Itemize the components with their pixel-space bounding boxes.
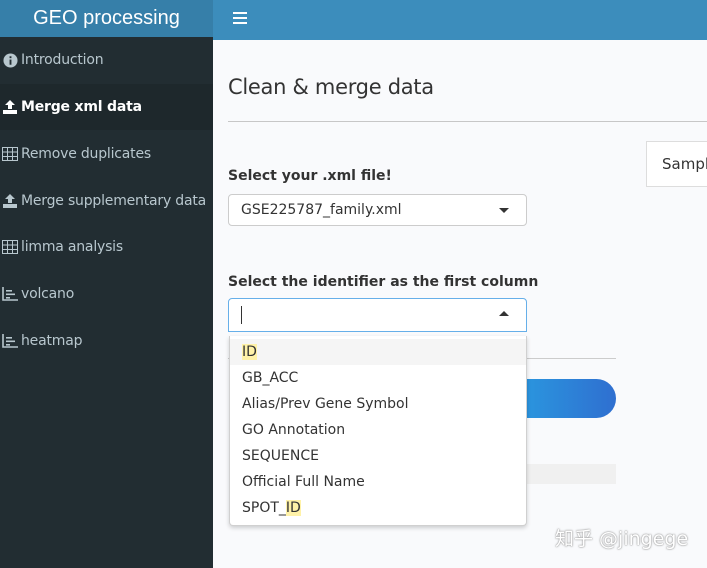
sidebar-item-label: volcano <box>21 286 75 302</box>
app-logo[interactable]: GEO processing <box>0 0 213 37</box>
xml-file-label: Select your .xml file! <box>228 168 392 184</box>
dropdown-option-sequence[interactable]: SEQUENCE <box>230 443 526 469</box>
sidebar-item-label: Remove duplicates <box>21 146 151 162</box>
hamburger-icon <box>233 17 247 19</box>
sidebar-item-heatmap[interactable]: heatmap <box>0 318 213 364</box>
main-content: Clean & merge data Sample Select your .x… <box>213 40 707 568</box>
chevron-down-icon <box>499 208 509 213</box>
dropdown-option-id[interactable]: ID <box>230 339 526 365</box>
xml-file-select[interactable]: GSE225787_family.xml <box>228 194 527 226</box>
sidebar-item-limma-analysis[interactable]: limma analysis <box>0 224 213 270</box>
sidebar-item-remove-duplicates[interactable]: Remove duplicates <box>0 131 213 177</box>
sidebar: Introduction Merge xml data Remove dupli… <box>0 37 213 568</box>
merge-button[interactable] <box>513 379 616 418</box>
sidebar-item-label: limma analysis <box>21 239 123 255</box>
page-title: Clean & merge data <box>228 75 434 99</box>
table-icon <box>2 146 18 162</box>
upload-icon <box>2 193 18 209</box>
sidebar-item-introduction[interactable]: Introduction <box>0 37 213 83</box>
title-divider <box>228 121 707 122</box>
identifier-select[interactable] <box>228 298 527 332</box>
sidebar-item-label: Merge xml data <box>21 99 142 115</box>
chevron-up-icon <box>499 311 509 316</box>
sidebar-toggle-button[interactable] <box>228 6 252 30</box>
dropdown-option-alias[interactable]: Alias/Prev Gene Symbol <box>230 391 526 417</box>
top-navbar <box>213 0 707 40</box>
sidebar-item-label: Introduction <box>21 52 104 68</box>
app-title: GEO processing <box>33 7 180 29</box>
tab-sample[interactable]: Sample <box>646 141 707 187</box>
text-cursor <box>241 306 242 324</box>
identifier-label: Select the identifier as the first colum… <box>228 274 539 290</box>
identifier-dropdown: ID GB_ACC Alias/Prev Gene Symbol GO Anno… <box>229 336 527 526</box>
watermark: 知乎 @jingege <box>555 528 689 550</box>
chart-icon <box>2 333 18 349</box>
sidebar-item-volcano[interactable]: volcano <box>0 271 213 317</box>
dropdown-option-spot-id[interactable]: SPOT_ID <box>230 495 526 521</box>
progress-bar <box>513 464 616 484</box>
chart-icon <box>2 286 18 302</box>
info-circle-icon <box>2 52 18 68</box>
upload-icon <box>2 99 18 115</box>
xml-file-value: GSE225787_family.xml <box>241 202 402 218</box>
dropdown-option-go-annotation[interactable]: GO Annotation <box>230 417 526 443</box>
sidebar-item-label: heatmap <box>21 333 83 349</box>
sidebar-item-merge-xml-data[interactable]: Merge xml data <box>0 84 213 130</box>
dropdown-option-gb-acc[interactable]: GB_ACC <box>230 365 526 391</box>
table-icon <box>2 239 18 255</box>
sidebar-item-label: Merge supplementary data <box>21 193 207 209</box>
dropdown-option-official-full-name[interactable]: Official Full Name <box>230 469 526 495</box>
sidebar-item-merge-supplementary-data[interactable]: Merge supplementary data <box>0 178 213 224</box>
